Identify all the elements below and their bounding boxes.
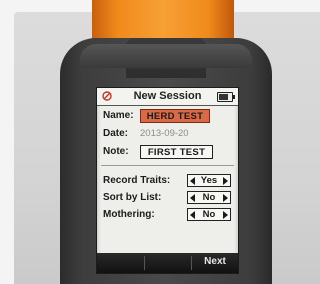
- note-row: Note:: [103, 146, 129, 157]
- record-traits-row: Record Traits:: [103, 175, 170, 186]
- softkey-left[interactable]: [97, 253, 144, 273]
- record-traits-label: Record Traits:: [103, 175, 171, 186]
- title-bar: New Session: [97, 88, 238, 106]
- arrow-right-icon[interactable]: [223, 177, 228, 185]
- name-row: Name:: [103, 110, 134, 121]
- sort-by-list-label: Sort by List:: [103, 192, 162, 203]
- sort-by-list-row: Sort by List:: [103, 192, 161, 203]
- arrow-right-icon[interactable]: [223, 211, 228, 219]
- arrow-right-icon[interactable]: [223, 194, 228, 202]
- softkey-bar: Next: [97, 253, 238, 273]
- next-button[interactable]: Next: [192, 253, 238, 273]
- date-row: Date:: [103, 128, 128, 139]
- mothering-row: Mothering:: [103, 209, 155, 220]
- date-label: Date:: [103, 128, 129, 139]
- mothering-label: Mothering:: [103, 209, 155, 220]
- name-label: Name:: [103, 110, 134, 121]
- note-label: Note:: [103, 146, 129, 157]
- softkey-middle[interactable]: [145, 253, 191, 273]
- device-screen: New Session Name: HERD TEST Date: 2013-0…: [96, 87, 239, 274]
- record-traits-selector[interactable]: Yes: [187, 174, 231, 187]
- section-divider: [101, 165, 234, 166]
- mothering-selector[interactable]: No: [187, 208, 231, 221]
- device-top-bevel: [80, 44, 252, 68]
- sort-by-list-selector[interactable]: No: [187, 191, 231, 204]
- name-field[interactable]: HERD TEST: [140, 109, 210, 123]
- date-value: 2013-09-20: [140, 128, 189, 139]
- battery-icon: [217, 92, 235, 102]
- note-field[interactable]: FIRST TEST: [140, 145, 213, 159]
